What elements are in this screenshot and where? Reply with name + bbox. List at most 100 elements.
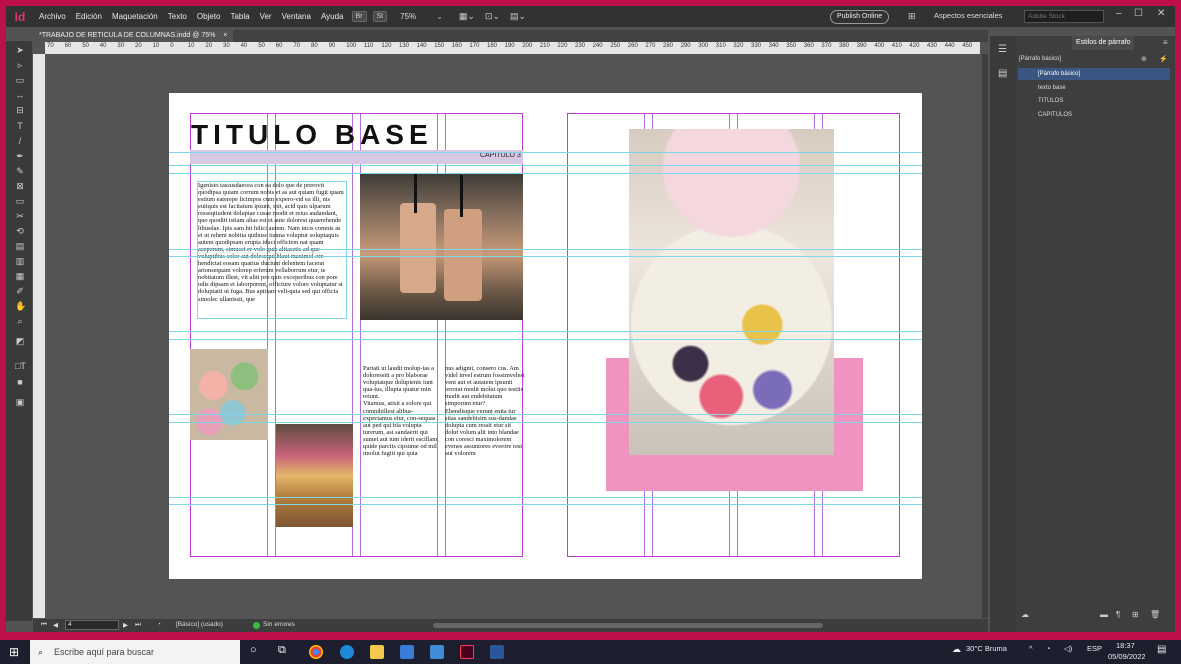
bubble-tea-photo[interactable] [360,173,523,320]
view-mode-icon[interactable]: ▣ [15,397,25,407]
prev-page-icon[interactable]: ◀ [53,621,58,629]
paragraph-styles-tab[interactable]: Estilos de párrafo [1072,36,1135,50]
note-tool-icon[interactable]: ▦ [15,271,25,281]
stock-button[interactable]: St [372,11,388,22]
menu-ayuda[interactable]: Ayuda [316,12,349,21]
chrome-icon[interactable] [309,645,323,659]
vertical-scrollbar[interactable] [982,54,988,618]
menu-ventana[interactable]: Ventana [277,12,316,21]
new-style-icon[interactable]: ⊞ [1132,610,1139,619]
close-tab-icon[interactable]: × [223,32,227,39]
column-text-1[interactable]: Pariati ut laudit molup-tas a doloressit… [363,365,439,477]
menu-objeto[interactable]: Objeto [192,12,226,21]
menu-archivo[interactable]: Archivo [34,12,71,21]
comments-icon[interactable]: ▤ [998,68,1007,79]
page-title[interactable]: TITULO BASE [191,119,433,151]
preflight-profile[interactable]: [Básico] (usado) [176,621,223,628]
first-page-icon[interactable]: ⏮ [41,621,47,629]
style-item-texto-base[interactable]: texto base [1038,82,1066,94]
free-transform-tool-icon[interactable]: ⟲ [15,226,25,236]
workspace-switcher[interactable]: Aspectos esenciales [934,11,1002,20]
next-page-icon[interactable]: ▶ [123,621,128,629]
pasteboard[interactable]: TITULO BASE CAPITULO 3 Igenisto tassusda… [45,54,980,618]
windows-start-icon[interactable]: ⊞ [9,645,19,659]
hand-tool-icon[interactable]: ✋ [15,301,26,311]
gap-tool-icon[interactable]: ↔ [15,90,25,100]
horizontal-ruler[interactable]: 70 60 50 40 30 20 10 0 10 20 30 40 50 60 70 80 90 100 110 1… [45,42,980,54]
menu-tabla[interactable]: Tabla [225,12,254,21]
panel-options-icon[interactable]: ≡ [1163,38,1168,47]
line-tool-icon[interactable]: / [15,136,25,146]
style-group-icon[interactable]: ☁ [1021,610,1029,619]
preflight-icon[interactable]: ◔ [157,621,161,628]
fruit-salad-photo[interactable] [629,129,834,455]
apply-color-icon[interactable]: ■ [15,377,25,387]
menu-maquetacion[interactable]: Maquetación [107,12,163,21]
cortana-icon[interactable]: ○ [250,644,257,656]
menu-edicion[interactable]: Edición [71,12,107,21]
rectangle-tool-icon[interactable]: ▭ [15,196,25,206]
style-item-capitulos[interactable]: CAPITULOS [1038,109,1072,121]
dessert-buckets-photo[interactable] [276,424,353,527]
page-tool-icon[interactable]: ▭ [15,75,25,85]
menu-ver[interactable]: Ver [255,12,277,21]
style-item-basic[interactable]: [Párrafo básico] [1018,68,1170,80]
main-text-frame[interactable]: Igenisto tassusdaecea con ea dolo que de… [197,181,347,319]
fill-stroke-swatch-icon[interactable]: ◩ [15,336,25,346]
rectangle-frame-tool-icon[interactable]: ⊠ [15,181,25,191]
tray-chevron-icon[interactable]: ^ [1029,644,1033,653]
clear-overrides-icon[interactable]: ¶ [1116,610,1120,619]
document-tab[interactable]: *TRABAJO DE RETICULA DE COLUMNAS.indd @ … [33,30,234,42]
store-icon[interactable] [400,645,414,659]
screen-mode-icon[interactable]: ⊡⌄ [485,11,500,22]
colorful-drinks-photo[interactable] [190,349,268,440]
column-text-2[interactable]: nus adignit, consero cus. Am videl invel… [445,365,525,477]
last-page-icon[interactable]: ⏭ [135,621,141,629]
gradient-feather-icon[interactable]: ▥ [15,256,25,266]
new-style-from-selection-icon[interactable]: ⊕ [1141,55,1147,63]
clock-date[interactable]: 05/09/2022 [1108,652,1146,661]
edge-icon[interactable] [340,645,354,659]
arrange-documents-icon[interactable]: ▤⌄ [510,11,526,22]
vertical-ruler[interactable] [33,54,45,618]
cc-libraries-icon[interactable]: ⊞ [908,11,916,22]
horizontal-scrollbar[interactable] [433,623,823,628]
delete-style-icon[interactable]: 🗑 [1150,610,1160,619]
chapter-label[interactable]: CAPITULO 3 [480,152,521,159]
menu-texto[interactable]: Texto [163,12,192,21]
page-number-field[interactable]: 4 [65,620,119,630]
zoom-tool-icon[interactable]: ⌕ [15,316,25,326]
chevron-down-icon[interactable]: ⌄ [436,12,443,21]
pen-tool-icon[interactable]: ✒ [15,151,25,161]
weather-label[interactable]: 30°C Bruma [966,644,1007,653]
eyedropper-tool-icon[interactable]: ✐ [15,286,25,296]
language-indicator[interactable]: ESP [1087,644,1102,653]
clock-time[interactable]: 18:37 [1116,641,1135,650]
style-item-titulos[interactable]: TITULOS [1038,95,1063,107]
zoom-level[interactable]: 75% [400,12,416,21]
task-view-icon[interactable]: ⧉ [278,644,286,657]
errors-label[interactable]: Sin errores [263,621,295,628]
panel-menu-icon[interactable]: ☰ [998,44,1007,55]
scissors-tool-icon[interactable]: ✂ [15,211,25,221]
weather-icon[interactable]: ☁ [952,644,961,655]
selection-tool-icon[interactable]: ➤ [15,45,25,55]
network-icon[interactable]: ◔ [1046,644,1051,653]
type-tool-icon[interactable]: T [15,121,25,131]
gradient-tool-icon[interactable]: ▤ [15,241,25,251]
pencil-tool-icon[interactable]: ✎ [15,166,25,176]
minimize-icon[interactable]: – [1116,8,1122,19]
stock-search-input[interactable]: Adobe Stock [1024,10,1104,23]
new-folder-icon[interactable]: ▬ [1100,610,1108,619]
content-collector-icon[interactable]: ⊟ [15,105,25,115]
indesign-taskbar-icon[interactable] [460,645,474,659]
view-options-icon[interactable]: ▦⌄ [459,11,475,22]
bridge-button[interactable]: Br [351,11,367,22]
taskbar-search[interactable]: ⌕ Escribe aquí para buscar [30,640,240,664]
word-icon[interactable] [490,645,504,659]
notifications-icon[interactable]: ▤ [1157,644,1166,655]
close-icon[interactable]: ✕ [1157,8,1165,19]
direct-selection-tool-icon[interactable]: ▹ [15,60,25,70]
file-explorer-icon[interactable] [370,645,384,659]
lightning-icon[interactable]: ⚡ [1159,55,1168,63]
